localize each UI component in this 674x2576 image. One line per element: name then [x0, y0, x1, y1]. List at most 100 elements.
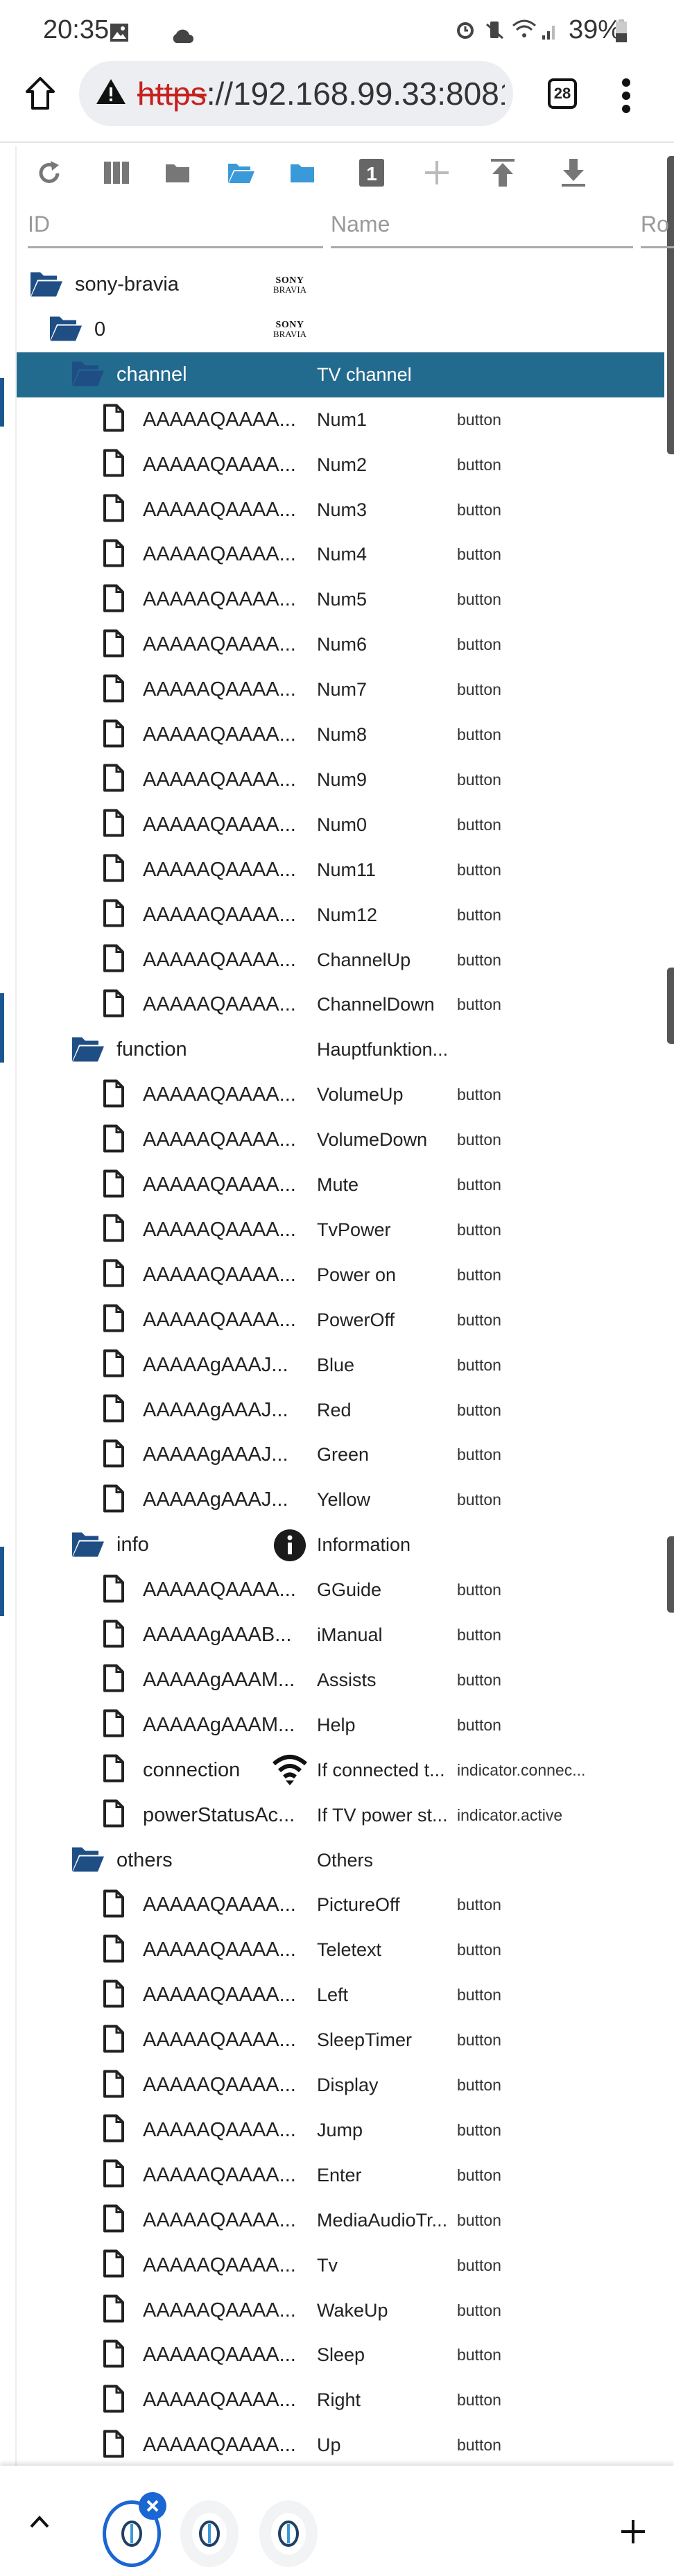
tab-count-button[interactable]: 28: [548, 78, 577, 109]
tree-folder-row[interactable]: sony-bravia SONY BRAVIA: [17, 262, 664, 307]
home-button[interactable]: [25, 76, 55, 114]
tree-state-row[interactable]: connection If connected t... indicator.con…: [17, 1748, 664, 1793]
tree-folder-row[interactable]: function Hauptfunktion...: [17, 1027, 664, 1072]
tree-state-row[interactable]: AAAAAQAAAA... VolumeUp button: [17, 1072, 664, 1117]
tree-state-row[interactable]: AAAAAQAAAA... PowerOff button: [17, 1298, 664, 1343]
folder-open-icon[interactable]: [72, 360, 104, 390]
refresh-button[interactable]: [35, 158, 64, 187]
tree-state-row[interactable]: AAAAAQAAAA... ChannelDown button: [17, 982, 664, 1027]
scrollbar[interactable]: [667, 156, 674, 454]
tree-folder-row[interactable]: channel TV channel: [17, 352, 664, 397]
new-tab-button[interactable]: [621, 2520, 645, 2547]
scrollbar[interactable]: [667, 1536, 674, 1613]
tree-state-row[interactable]: AAAAAQAAAA... Left button: [17, 1973, 664, 2018]
tree-state-row[interactable]: AAAAAQAAAA... PictureOff button: [17, 1882, 664, 1927]
tree-state-row[interactable]: AAAAAQAAAA... Mute button: [17, 1162, 664, 1208]
row-name: Num11: [317, 859, 377, 880]
tree-state-row[interactable]: AAAAAgAAAM... Help button: [17, 1703, 664, 1748]
tree-state-row[interactable]: AAAAAQAAAA... Num1 button: [17, 397, 664, 443]
warning-icon[interactable]: [96, 78, 126, 109]
tree-state-row[interactable]: AAAAAQAAAA... GGuide button: [17, 1568, 664, 1613]
tree-state-row[interactable]: AAAAAgAAAJ... Blue button: [17, 1343, 664, 1388]
tree-state-row[interactable]: AAAAAQAAAA... Num0 button: [17, 802, 664, 848]
tree-state-row[interactable]: AAAAAQAAAA... Teletext button: [17, 1927, 664, 1973]
column-header-role[interactable]: Ro: [641, 212, 669, 237]
tree-state-row[interactable]: AAAAAgAAAM... Assists button: [17, 1658, 664, 1703]
tree-state-row[interactable]: AAAAAQAAAA... Power on button: [17, 1253, 664, 1298]
tree-state-row[interactable]: AAAAAQAAAA... Num9 button: [17, 757, 664, 802]
tree-state-row[interactable]: AAAAAQAAAA... Right button: [17, 2378, 664, 2423]
tab-group-tab-2[interactable]: [180, 2500, 239, 2567]
tree-state-row[interactable]: AAAAAQAAAA... MediaAudioTr... button: [17, 2198, 664, 2243]
columns-button[interactable]: [102, 158, 131, 187]
collapse-folders-button[interactable]: [163, 158, 192, 187]
folder-open-icon[interactable]: [50, 315, 82, 345]
tree-state-row[interactable]: AAAAAgAAAB... iManual button: [17, 1613, 664, 1658]
tree-state-row[interactable]: AAAAAQAAAA... Num11 button: [17, 848, 664, 893]
folder-open-icon[interactable]: [72, 1530, 104, 1560]
url-bar[interactable]: https://192.168.99.33:8081/: [79, 61, 513, 126]
column-header-name[interactable]: Name: [331, 212, 390, 237]
folder-open-icon[interactable]: [72, 1035, 104, 1065]
tree-state-row[interactable]: AAAAAQAAAA... Num12 button: [17, 893, 664, 938]
row-name: Num1: [317, 409, 368, 430]
tree-state-row[interactable]: AAAAAQAAAA... Num6 button: [17, 622, 664, 667]
column-header-id[interactable]: ID: [28, 212, 50, 237]
row-name: Assists: [317, 1669, 377, 1690]
row-id: AAAAAQAAAA...: [143, 858, 296, 881]
tree-folder-row[interactable]: 0 SONY BRAVIA: [17, 307, 664, 352]
menu-button[interactable]: [621, 78, 631, 117]
url-text[interactable]: https://192.168.99.33:8081/: [137, 75, 505, 112]
file-icon: [103, 1079, 125, 1110]
tree-state-row[interactable]: AAAAAQAAAA... Jump button: [17, 2108, 664, 2153]
row-id: AAAAAQAAAA...: [143, 2118, 296, 2141]
tree-state-row[interactable]: powerStatusAc... If TV power st... indicat…: [17, 1793, 664, 1838]
tree-state-row[interactable]: AAAAAQAAAA... Num4 button: [17, 532, 664, 577]
row-id: AAAAAQAAAA...: [143, 993, 296, 1016]
close-tab-button[interactable]: [139, 2492, 166, 2520]
tree-state-row[interactable]: AAAAAQAAAA... Tv button: [17, 2243, 664, 2288]
file-icon: [103, 1259, 125, 1291]
folder-button[interactable]: [288, 158, 317, 187]
tree-state-row[interactable]: AAAAAQAAAA... SleepTimer button: [17, 2018, 664, 2063]
row-name: Power on: [317, 1264, 397, 1285]
tree-state-row[interactable]: AAAAAQAAAA... WakeUp button: [17, 2288, 664, 2333]
tree-state-row[interactable]: AAAAAQAAAA... ChannelUp button: [17, 938, 664, 983]
tree-state-row[interactable]: AAAAAQAAAA... Num2 button: [17, 443, 664, 488]
tree-state-row[interactable]: AAAAAgAAAJ... Red button: [17, 1388, 664, 1433]
tree-state-row[interactable]: AAAAAQAAAA... Enter button: [17, 2153, 664, 2198]
upload-button[interactable]: [488, 158, 517, 187]
folder-icon: [166, 164, 189, 182]
row-id: AAAAAQAAAA...: [143, 543, 296, 566]
tree-state-row[interactable]: AAAAAQAAAA... Num7 button: [17, 667, 664, 712]
row-id: others: [116, 1848, 173, 1871]
tree-folder-row[interactable]: info Information: [17, 1522, 664, 1568]
folder-open-icon[interactable]: [31, 270, 62, 300]
row-name: Jump: [317, 2119, 363, 2140]
tree-state-row[interactable]: AAAAAQAAAA... Num5 button: [17, 577, 664, 622]
scrollbar[interactable]: [667, 968, 674, 1044]
tree-folder-row[interactable]: others Others: [17, 1838, 664, 1883]
tree-state-row[interactable]: AAAAAQAAAA... TvPower button: [17, 1208, 664, 1253]
chevron-up-button[interactable]: [29, 2514, 50, 2532]
tree-state-row[interactable]: AAAAAQAAAA... Num3 button: [17, 488, 664, 533]
row-id: AAAAAQAAAA...: [143, 2299, 296, 2321]
folder-open-icon[interactable]: [72, 1846, 104, 1875]
tree-state-row[interactable]: AAAAAQAAAA... Sleep button: [17, 2333, 664, 2378]
download-icon: [562, 159, 585, 187]
tree-state-row[interactable]: AAAAAQAAAA... VolumeDown button: [17, 1117, 664, 1162]
row-role: button: [457, 590, 501, 609]
expand-folders-button[interactable]: [227, 158, 256, 187]
tab-group-tab-3[interactable]: [259, 2500, 318, 2567]
tree-state-row[interactable]: AAAAAgAAAJ... Yellow button: [17, 1477, 664, 1522]
row-role: button: [457, 1581, 501, 1599]
level-button[interactable]: 1: [357, 158, 386, 187]
tree-state-row[interactable]: AAAAAQAAAA... Display button: [17, 2063, 664, 2108]
download-button[interactable]: [559, 158, 588, 187]
tree-state-row[interactable]: AAAAAQAAAA... Num8 button: [17, 712, 664, 757]
add-button[interactable]: [422, 158, 451, 187]
tree-state-row[interactable]: AAAAAQAAAA... Up button: [17, 2423, 664, 2468]
file-icon: [103, 2204, 125, 2236]
battery-text: 39%: [569, 15, 622, 44]
tree-state-row[interactable]: AAAAAgAAAJ... Green button: [17, 1432, 664, 1477]
